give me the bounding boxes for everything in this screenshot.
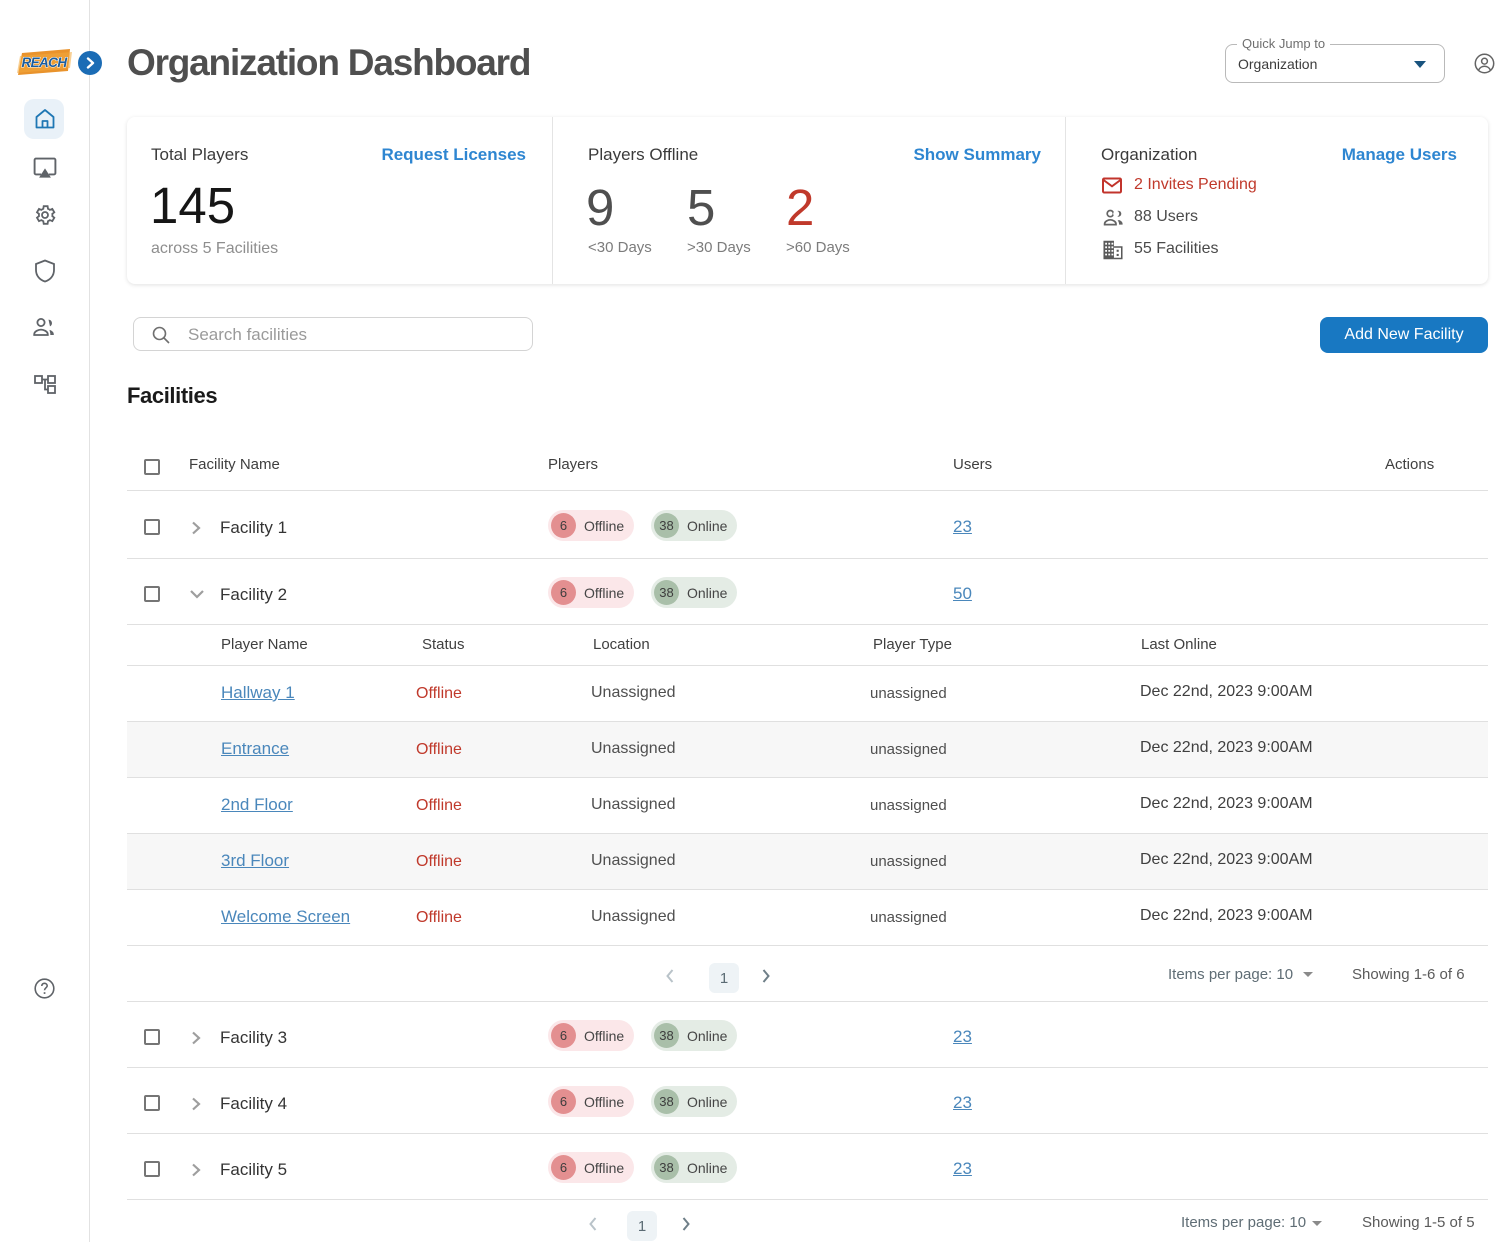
svg-text:REACH: REACH: [21, 55, 67, 70]
